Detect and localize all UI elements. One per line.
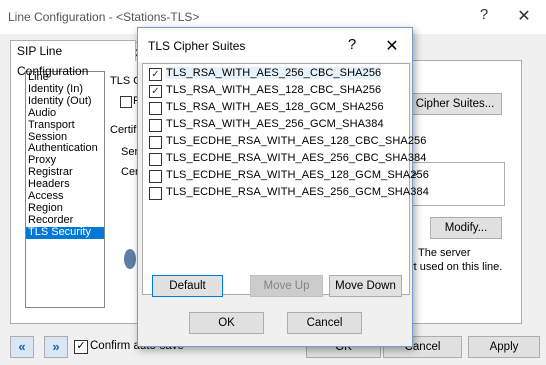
cipher-label: TLS_RSA_WITH_AES_256_GCM_SHA384: [166, 118, 384, 130]
help-button[interactable]: ?: [474, 6, 494, 23]
cipher-row[interactable]: TLS_RSA_WITH_AES_128_GCM_SHA256: [147, 100, 405, 117]
cipher-label: TLS_ECDHE_RSA_WITH_AES_128_CBC_SHA256: [166, 135, 427, 147]
next-button[interactable]: »: [44, 336, 68, 358]
category-item-identity-out[interactable]: Identity (Out): [26, 95, 104, 108]
modify-button[interactable]: Modify...: [430, 217, 502, 239]
certificate-label: Certif: [110, 124, 137, 136]
category-item-audio[interactable]: Audio: [26, 107, 104, 120]
category-list[interactable]: Line Identity (In) Identity (Out) Audio …: [25, 71, 105, 308]
tab-sip-line-configuration[interactable]: SIP Line Configuration: [10, 40, 136, 78]
cipher-suites-button[interactable]: Cipher Suites...: [408, 93, 502, 115]
cipher-checkbox[interactable]: [149, 102, 162, 115]
cipher-checkbox[interactable]: ✓: [149, 85, 162, 98]
cipher-label: TLS_RSA_WITH_AES_128_GCM_SHA256: [166, 101, 384, 113]
cipher-checkbox[interactable]: [149, 153, 162, 166]
cipher-row[interactable]: TLS_ECDHE_RSA_WITH_AES_128_CBC_SHA256: [147, 134, 426, 151]
cipher-checkbox[interactable]: [149, 136, 162, 149]
cipher-checkbox[interactable]: ✓: [149, 68, 162, 81]
cipher-label: TLS_ECDHE_RSA_WITH_AES_256_CBC_SHA384: [166, 152, 427, 164]
dialog-help-button[interactable]: ?: [342, 36, 362, 53]
cipher-label: TLS_RSA_WITH_AES_128_CBC_SHA256: [166, 84, 382, 96]
cipher-checkbox[interactable]: [149, 170, 162, 183]
cipher-label: TLS_ECDHE_RSA_WITH_AES_256_GCM_SHA384: [166, 186, 429, 198]
default-button[interactable]: Default: [152, 275, 223, 297]
server-note-line1: The server: [418, 247, 471, 259]
cipher-row[interactable]: ✓ TLS_RSA_WITH_AES_128_CBC_SHA256: [147, 83, 405, 100]
cipher-checkbox[interactable]: [149, 119, 162, 132]
cipher-label: TLS_RSA_WITH_AES_256_CBC_SHA256: [166, 67, 382, 79]
category-item-tls-security[interactable]: TLS Security: [26, 226, 104, 239]
move-down-button[interactable]: Move Down: [329, 275, 402, 297]
cipher-row[interactable]: TLS_RSA_WITH_AES_256_GCM_SHA384: [147, 117, 405, 134]
partial-checkbox[interactable]: [120, 96, 132, 108]
dialog-close-button[interactable]: ✕: [382, 36, 402, 56]
dialog-ok-button[interactable]: OK: [189, 312, 264, 334]
close-button[interactable]: ✕: [514, 6, 534, 26]
cipher-label: TLS_ECDHE_RSA_WITH_AES_128_GCM_SHA256: [166, 169, 429, 181]
previous-button[interactable]: «: [10, 336, 34, 358]
cipher-row[interactable]: ✓ TLS_RSA_WITH_AES_256_CBC_SHA256: [147, 66, 405, 83]
dialog-cancel-button[interactable]: Cancel: [287, 312, 362, 334]
category-item-transport[interactable]: Transport: [26, 119, 104, 132]
main-window-title: Line Configuration - <Stations-TLS>: [8, 10, 200, 24]
move-up-button[interactable]: Move Up: [250, 275, 323, 297]
cipher-checkbox[interactable]: [149, 187, 162, 200]
cipher-row[interactable]: TLS_ECDHE_RSA_WITH_AES_128_GCM_SHA256: [147, 168, 429, 185]
cipher-suite-list[interactable]: ✓ TLS_RSA_WITH_AES_256_CBC_SHA256 ✓ TLS_…: [142, 63, 429, 295]
cipher-row[interactable]: TLS_ECDHE_RSA_WITH_AES_256_CBC_SHA384: [147, 151, 426, 168]
server-note-line2: rt used on this line.: [410, 261, 503, 273]
tls-cipher-suites-dialog: TLS Cipher Suites ? ✕ ✓ TLS_RSA_WITH_AES…: [137, 27, 429, 347]
info-icon: [124, 249, 136, 269]
category-item-recorder[interactable]: Recorder: [26, 214, 104, 227]
cipher-row[interactable]: TLS_ECDHE_RSA_WITH_AES_256_GCM_SHA384: [147, 185, 429, 202]
dialog-titlebar: TLS Cipher Suites ? ✕: [138, 28, 412, 62]
apply-button[interactable]: Apply: [468, 336, 540, 358]
confirm-autosave-checkbox[interactable]: ✓: [74, 340, 88, 354]
dialog-title: TLS Cipher Suites: [148, 39, 246, 53]
